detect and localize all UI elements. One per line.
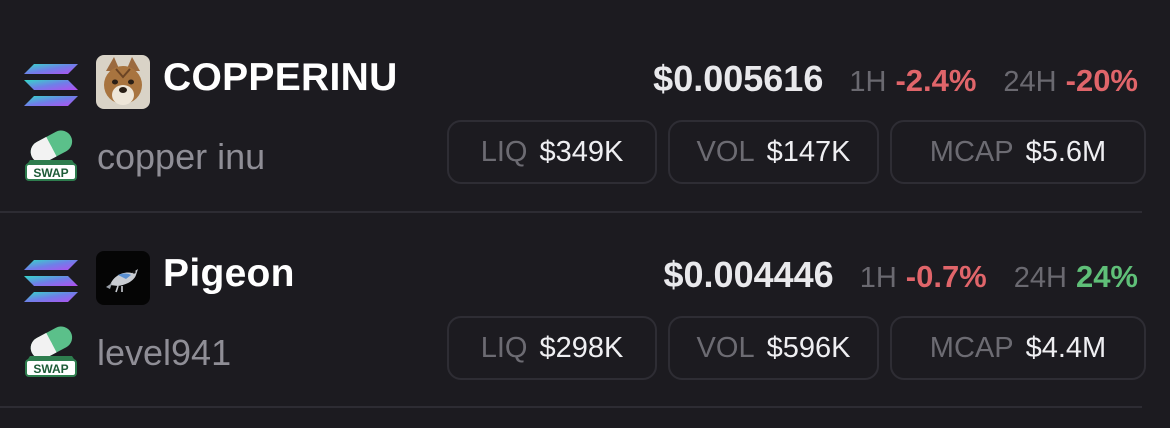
- shiba-dog-avatar: [96, 55, 150, 109]
- market-cap-pill: MCAP $5.6M: [890, 120, 1146, 184]
- change-1h-label: 1H: [859, 262, 897, 294]
- change-24h-label: 24H: [1013, 262, 1067, 294]
- market-cap-value: $4.4M: [1025, 331, 1107, 364]
- price-line: $0.005616 1H -2.4% 24H -20%: [653, 58, 1138, 100]
- liquidity-value: $349K: [539, 135, 624, 168]
- volume-label: VOL: [696, 135, 755, 168]
- row-divider: [0, 406, 1142, 408]
- pill-swap-icon: SWAP: [25, 326, 77, 377]
- change-24h-value: 24%: [1075, 259, 1138, 294]
- token-name: copper inu: [97, 136, 266, 177]
- change-1h-value: -2.4%: [895, 63, 977, 98]
- change-1h-value: -0.7%: [905, 259, 987, 294]
- market-cap-value: $5.6M: [1025, 135, 1107, 168]
- market-cap-label: MCAP: [929, 331, 1014, 364]
- liquidity-label: LIQ: [480, 331, 528, 364]
- row-divider: [0, 211, 1142, 213]
- token-name: level941: [97, 332, 232, 373]
- market-cap-pill: MCAP $4.4M: [890, 316, 1146, 380]
- change-24h-label: 24H: [1003, 66, 1057, 98]
- volume-pill: VOL $596K: [668, 316, 879, 380]
- token-price: $0.004446: [663, 254, 834, 295]
- liquidity-pill: LIQ $349K: [447, 120, 657, 184]
- token-symbol: COPPERINU: [163, 56, 398, 99]
- pigeon-bird-avatar: [96, 251, 150, 305]
- change-24h-value: -20%: [1065, 63, 1138, 98]
- volume-pill: VOL $147K: [668, 120, 879, 184]
- market-cap-label: MCAP: [929, 135, 1014, 168]
- token-price: $0.005616: [653, 58, 824, 99]
- volume-value: $147K: [766, 135, 851, 168]
- swap-badge-text: SWAP: [33, 166, 68, 180]
- liquidity-label: LIQ: [480, 135, 528, 168]
- volume-value: $596K: [766, 331, 851, 364]
- solana-icon: [24, 64, 78, 106]
- price-line: $0.004446 1H -0.7% 24H 24%: [664, 254, 1139, 296]
- liquidity-value: $298K: [539, 331, 624, 364]
- pill-swap-icon: SWAP: [25, 130, 77, 181]
- change-1h-label: 1H: [849, 66, 887, 98]
- swap-badge-text: SWAP: [33, 362, 68, 376]
- token-symbol: Pigeon: [163, 252, 295, 295]
- solana-icon: [24, 260, 78, 302]
- token-row[interactable]: COPPERINU SWAP copper inu $0.005616 1H -…: [0, 18, 1170, 213]
- token-row[interactable]: Pigeon SWAP level941 $0.004446 1H -0.7% …: [0, 214, 1170, 409]
- volume-label: VOL: [696, 331, 755, 364]
- liquidity-pill: LIQ $298K: [447, 316, 657, 380]
